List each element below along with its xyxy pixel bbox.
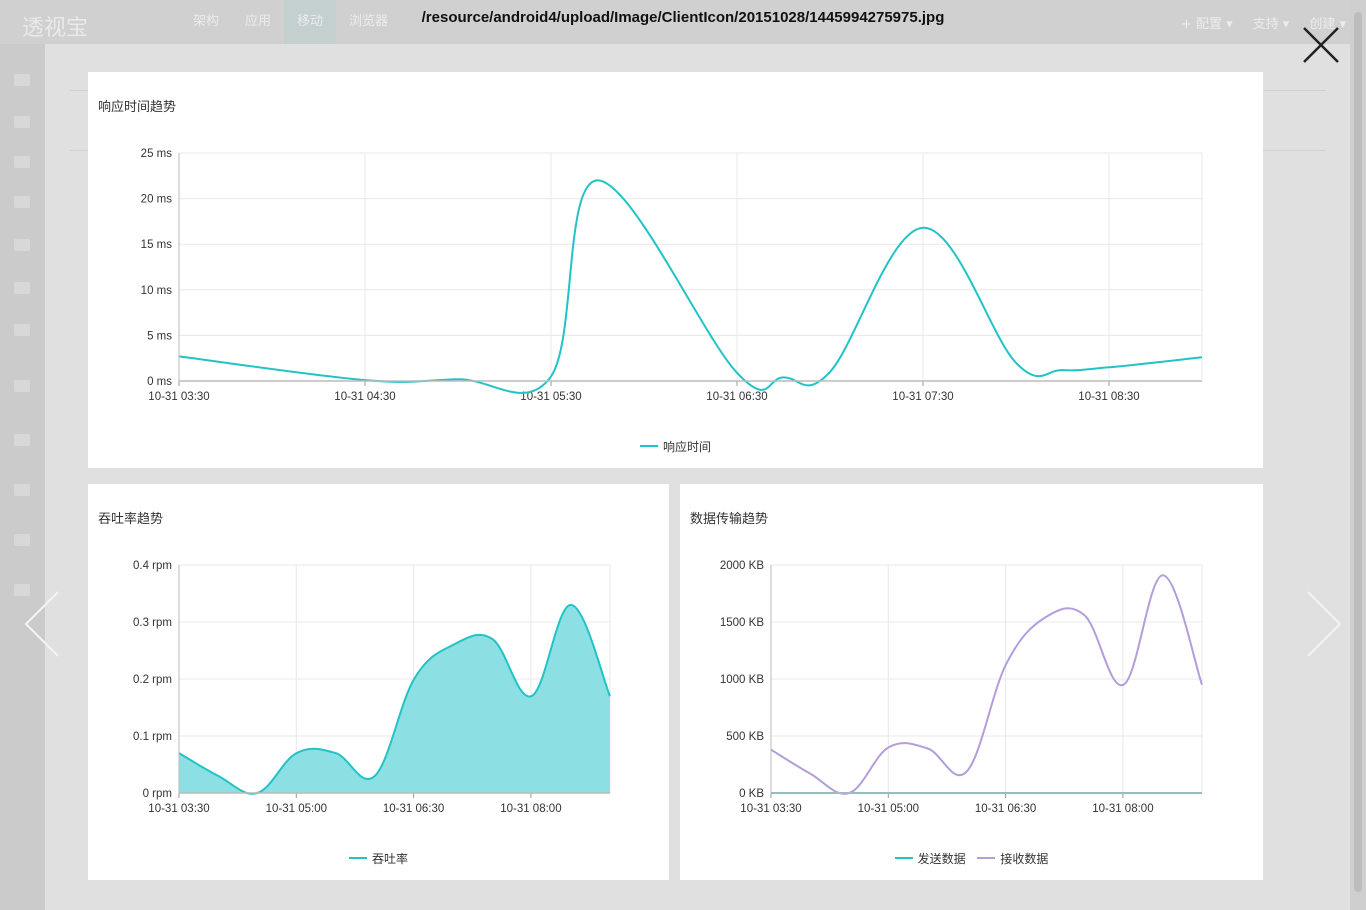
legend-swatch — [348, 857, 367, 859]
x-tick-label: 10-31 03:30 — [740, 803, 801, 815]
response-time-chart: 0 ms 5 ms 10 ms 15 ms 20 ms 25 ms 10-31 03:30 1… — [141, 148, 1203, 403]
legend-item[interactable]: 响应时间 — [639, 438, 711, 455]
chart-legend: 吞吐率 — [88, 848, 669, 867]
legend-label: 发送数据 — [917, 851, 966, 866]
y-tick-label: 2000 KB — [720, 560, 764, 572]
x-tick-label: 10-31 08:00 — [1092, 803, 1153, 815]
response-time-panel: 响应时间趋势 0 ms 5 ms 10 ms 15 ms 20 ms 25 ms 10-31… — [88, 72, 1263, 468]
x-tick-label: 10-31 05:00 — [858, 803, 919, 815]
y-tick-label: 0 rpm — [143, 788, 172, 800]
throughput-chart: 0 rpm 0.1 rpm 0.2 rpm 0.3 rpm 0.4 rpm 10-31 0… — [133, 560, 611, 815]
lightbox-title: /resource/android4/upload/Image/ClientIc… — [421, 9, 945, 26]
y-tick-label: 0.4 rpm — [133, 560, 172, 572]
throughput-panel: 吞吐率趋势 0 rpm 0.1 rpm 0.2 rpm 0.3 rpm 0.4 rpm 1… — [88, 484, 669, 880]
y-tick-label: 0 ms — [147, 376, 172, 388]
series-area — [179, 604, 610, 794]
x-tick-label: 10-31 03:30 — [148, 391, 209, 403]
y-tick-label: 500 KB — [726, 731, 764, 743]
y-tick-label: 0.3 rpm — [133, 617, 172, 629]
background-sidebar — [0, 44, 45, 910]
x-tick-label: 10-31 08:30 — [1078, 391, 1139, 403]
x-tick-label: 10-31 07:30 — [892, 391, 953, 403]
legend-label: 吞吐率 — [371, 851, 408, 866]
y-tick-label: 0.1 rpm — [133, 731, 172, 743]
x-tick-label: 10-31 06:30 — [383, 803, 444, 815]
x-tick-label: 10-31 03:30 — [148, 803, 209, 815]
series-line — [178, 179, 1203, 394]
background-scrollbar — [1350, 0, 1366, 910]
legend-item[interactable]: 发送数据 — [894, 850, 966, 867]
data-transfer-chart: 0 KB 500 KB 1000 KB 1500 KB 2000 KB 10-31 03:… — [720, 560, 1203, 815]
legend-swatch — [977, 857, 996, 859]
x-tick-label: 10-31 05:00 — [266, 803, 327, 815]
y-tick-label: 0.2 rpm — [133, 674, 172, 686]
legend-swatch — [639, 445, 658, 447]
legend-item[interactable]: 吞吐率 — [348, 850, 408, 867]
data-transfer-panel: 数据传输趋势 0 KB 500 KB 1000 KB 1500 KB 2000 KB 10… — [680, 484, 1263, 880]
y-tick-label: 25 ms — [141, 148, 173, 160]
y-tick-label: 10 ms — [141, 285, 173, 297]
x-tick-label: 10-31 08:00 — [500, 803, 561, 815]
y-tick-label: 1000 KB — [720, 674, 764, 686]
y-tick-label: 5 ms — [147, 330, 172, 342]
chevron-right-icon[interactable] — [1304, 590, 1344, 658]
x-tick-label: 10-31 04:30 — [334, 391, 395, 403]
close-icon[interactable] — [1300, 24, 1342, 66]
x-tick-label: 10-31 06:30 — [706, 391, 767, 403]
legend-label: 响应时间 — [662, 439, 711, 454]
chart-legend: 发送数据 接收数据 — [680, 848, 1263, 867]
y-tick-label: 0 KB — [739, 788, 764, 800]
y-tick-label: 1500 KB — [720, 617, 764, 629]
legend-item[interactable]: 接收数据 — [977, 850, 1048, 867]
legend-swatch — [894, 857, 913, 859]
chart-legend: 响应时间 — [88, 436, 1263, 455]
x-tick-label: 10-31 06:30 — [975, 803, 1036, 815]
y-tick-label: 20 ms — [141, 194, 173, 206]
series-line — [770, 574, 1203, 795]
y-tick-label: 15 ms — [141, 239, 173, 251]
legend-label: 接收数据 — [1000, 851, 1049, 866]
chevron-left-icon[interactable] — [22, 590, 62, 658]
